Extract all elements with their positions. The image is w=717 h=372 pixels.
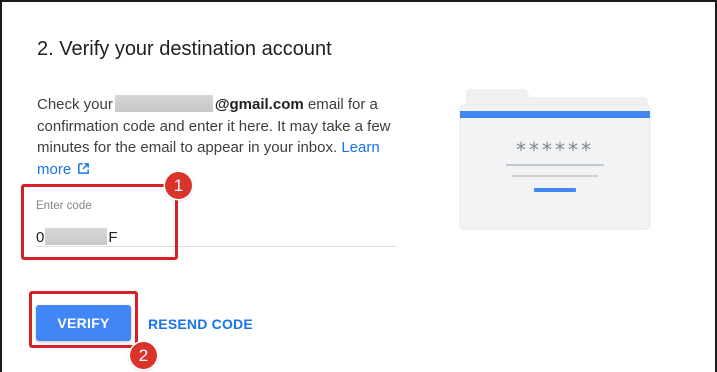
annotation-highlight-code [21, 184, 178, 260]
email-illustration: ****** [459, 89, 651, 230]
description: Check your @gmail.com email for a confirm… [37, 94, 407, 180]
resend-code-button[interactable]: RESEND CODE [148, 316, 253, 332]
redacted-email [114, 95, 213, 112]
annotation-badge-2: 2 [130, 342, 157, 369]
external-link-icon [78, 162, 90, 174]
description-prefix: Check your [37, 96, 113, 113]
page-title: 2. Verify your destination account [37, 38, 332, 60]
masked-code-text: ****** [516, 138, 594, 162]
annotation-badge-1: 1 [165, 172, 192, 199]
email-domain: @gmail.com [214, 96, 304, 113]
annotation-highlight-verify [29, 291, 138, 348]
